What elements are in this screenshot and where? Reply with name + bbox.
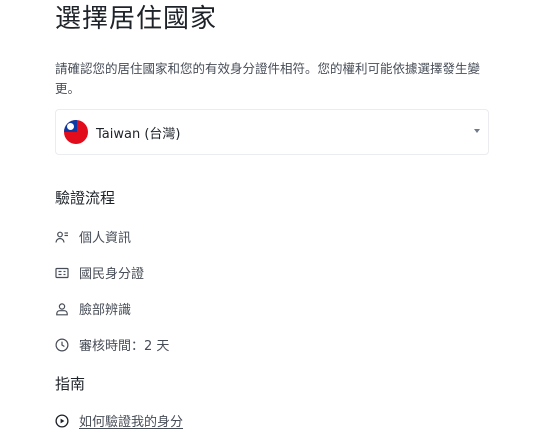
clock-icon bbox=[55, 337, 69, 352]
person-info-icon bbox=[55, 230, 69, 244]
step-face-recognition: 臉部辨識 bbox=[55, 299, 131, 318]
caret-down-icon[interactable] bbox=[474, 129, 480, 133]
selected-country: Taiwan (台灣) bbox=[96, 126, 181, 142]
page-description: 請確認您的居住國家和您的有效身分證件相符。您的權利可能依據選擇發生變更。 bbox=[55, 61, 481, 96]
step-label: 審核時間：2 天 bbox=[79, 339, 170, 354]
step-personal-info: 個人資訊 bbox=[55, 227, 131, 246]
step-review-time: 審核時間：2 天 bbox=[55, 335, 169, 354]
country-select[interactable]: Taiwan (台灣) bbox=[55, 109, 489, 155]
guide-heading: 指南 bbox=[55, 375, 86, 393]
step-national-id: 國民身分證 bbox=[55, 263, 144, 282]
step-label: 國民身分證 bbox=[79, 267, 145, 282]
step-label: 臉部辨識 bbox=[79, 303, 132, 318]
page-title: 選擇居住國家 bbox=[55, 4, 218, 34]
guide-link[interactable]: 如何驗證我的身分 bbox=[79, 411, 183, 430]
face-person-icon bbox=[55, 302, 69, 316]
taiwan-flag-icon bbox=[64, 120, 88, 144]
play-circle-icon bbox=[55, 413, 69, 428]
verification-heading: 驗證流程 bbox=[55, 189, 116, 207]
id-card-icon bbox=[55, 266, 69, 280]
guide-link-row[interactable]: 如何驗證我的身分 bbox=[55, 411, 183, 430]
step-label: 個人資訊 bbox=[79, 231, 132, 246]
